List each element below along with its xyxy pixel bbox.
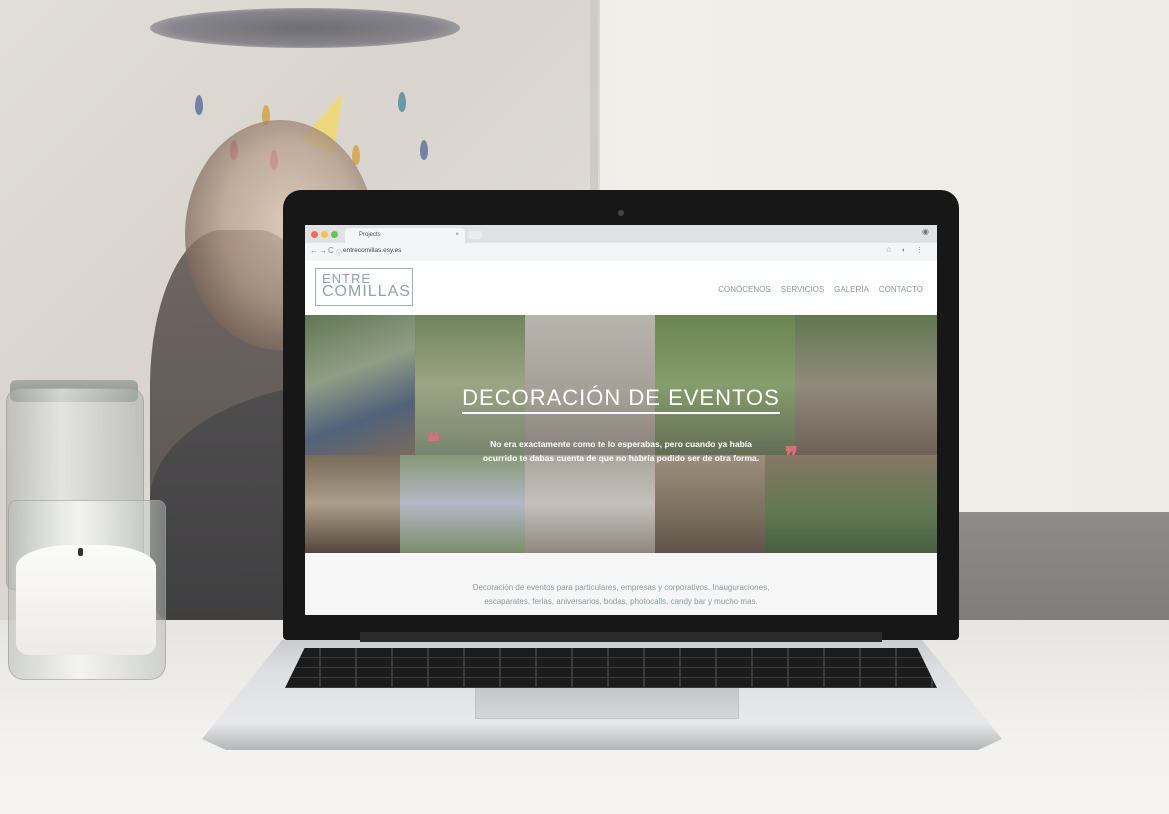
photo-scene: Projects × ◉ ← → C ⓘ entrecomillas.esy.e… — [0, 0, 1169, 814]
hero-quote-line-1: No era exactamente como te lo esperabas,… — [490, 439, 752, 449]
browser-tab[interactable]: Projects × — [345, 228, 465, 243]
raindrop — [195, 95, 203, 115]
tab-title: Projects — [359, 232, 381, 238]
quote-close-icon: ❞ — [785, 443, 798, 470]
hero-banner: DECORACIÓN DE EVENTOS ❝ No era exactamen… — [305, 315, 937, 553]
laptop-keyboard — [285, 648, 937, 688]
intro-section: Decoración de eventos para particulares,… — [305, 553, 937, 615]
forward-icon[interactable]: → — [319, 246, 327, 255]
nav-link-galeria[interactable]: GALERÍA — [834, 285, 869, 294]
nav-link-conocenos[interactable]: CONÓCENOS — [718, 285, 770, 294]
nav-link-contacto[interactable]: CONTACTO — [879, 285, 923, 294]
hero-title: DECORACIÓN DE EVENTOS — [305, 385, 937, 414]
cloud-drawing — [150, 8, 460, 48]
hero-title-text: DECORACIÓN DE EVENTOS — [462, 385, 780, 414]
candle-wick — [78, 548, 83, 556]
info-icon: ⓘ — [336, 251, 343, 257]
address-bar: ← → C ⓘ entrecomillas.esy.es ☆ ◐ ⋮ — [305, 243, 937, 262]
webcam-icon — [618, 210, 624, 216]
site-nav: CONÓCENOS SERVICIOS GALERÍA CONTACTO — [718, 285, 923, 294]
laptop-trackpad — [475, 688, 739, 719]
logo-bottom-text: COMILLAS — [322, 283, 411, 300]
tab-close-icon[interactable]: × — [455, 228, 459, 243]
raindrop — [398, 92, 406, 112]
hero-quote-line-2: ocurrido te dabas cuenta de que no habrí… — [482, 453, 760, 463]
site-header: ENTRE COMILLAS CONÓCENOS SERVICIOS GALER… — [305, 261, 937, 315]
maximize-window-icon[interactable] — [331, 231, 338, 238]
intro-text-line-1: Decoración de eventos para particulares,… — [472, 583, 770, 592]
intro-text-line-2: escaparates, ferias, aniversarios, bodas… — [484, 597, 758, 606]
nav-link-servicios[interactable]: SERVICIOS — [781, 285, 824, 294]
user-icon[interactable]: ◉ — [922, 227, 929, 236]
minimize-window-icon[interactable] — [321, 231, 328, 238]
new-tab-button[interactable] — [468, 231, 482, 239]
hero-overlay — [305, 315, 937, 553]
reload-icon[interactable]: C — [328, 246, 334, 255]
toolbar-icons[interactable]: ☆ ◐ ⋮ — [886, 246, 927, 254]
laptop-screen: Projects × ◉ ← → C ⓘ entrecomillas.esy.e… — [305, 225, 937, 615]
back-icon[interactable]: ← — [310, 246, 318, 255]
site-logo[interactable]: ENTRE COMILLAS — [315, 268, 413, 306]
shelf — [955, 512, 1169, 622]
browser-tab-strip: Projects × ◉ — [305, 225, 937, 243]
raindrop — [420, 140, 428, 160]
url-field[interactable]: entrecomillas.esy.es — [343, 247, 401, 254]
close-window-icon[interactable] — [311, 231, 318, 238]
laptop-hinge — [360, 632, 882, 642]
candle-wax — [16, 545, 156, 655]
